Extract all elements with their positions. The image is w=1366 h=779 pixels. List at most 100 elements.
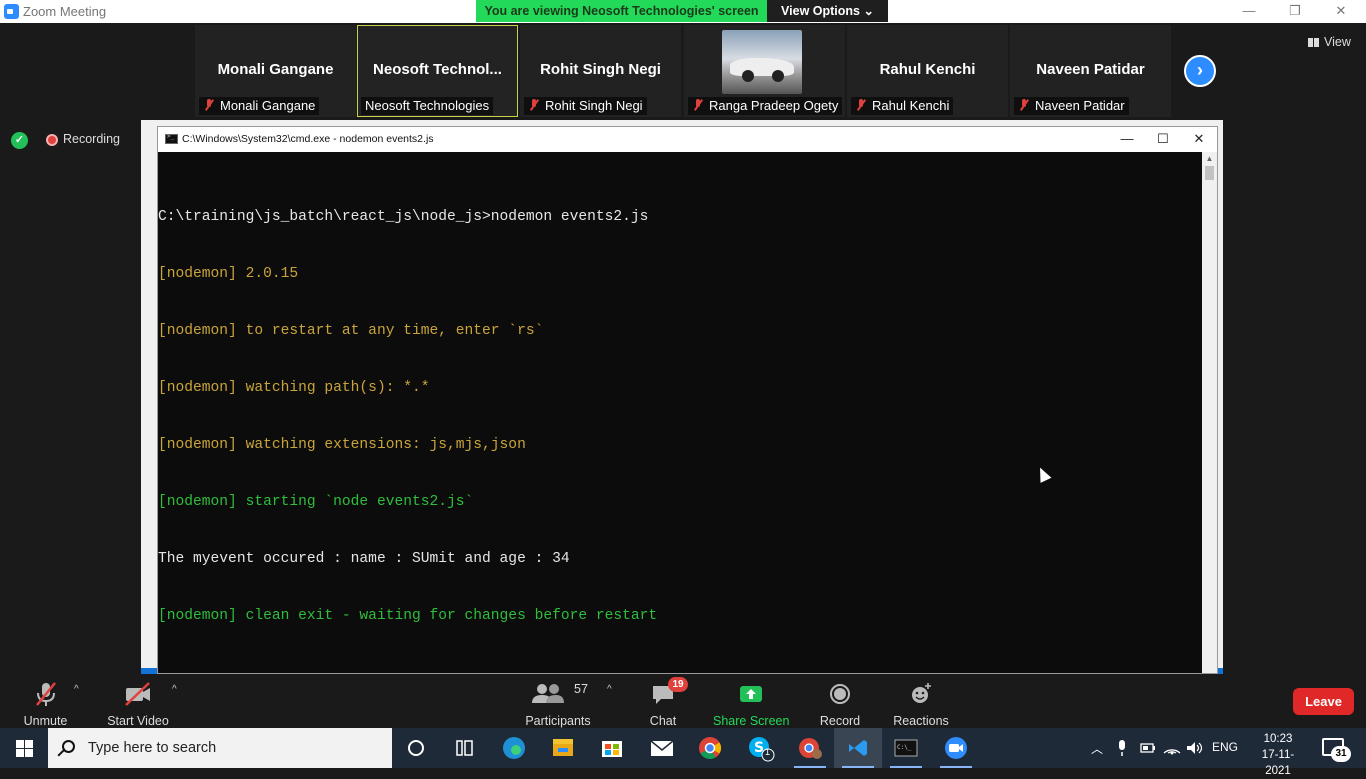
cmd-close-icon[interactable]: ✕	[1181, 130, 1217, 148]
chrome-icon[interactable]	[686, 728, 734, 768]
start-video-button[interactable]: Start Video	[105, 680, 171, 728]
task-view-icon[interactable]	[440, 728, 488, 768]
vscode-icon[interactable]	[834, 728, 882, 768]
minimize-icon[interactable]: —	[1226, 0, 1272, 23]
unmute-label: Unmute	[23, 714, 68, 728]
participant-name-tag: Monali Gangane	[199, 97, 320, 115]
terminal-line: [nodemon] clean exit - waiting for chang…	[158, 608, 658, 624]
windows-start-icon[interactable]	[0, 728, 48, 768]
record-icon	[818, 680, 862, 708]
recording-label[interactable]: Recording	[63, 132, 120, 146]
window-title: Zoom Meeting	[23, 4, 107, 19]
mic-muted-icon	[692, 99, 704, 111]
file-explorer-icon[interactable]	[539, 728, 587, 768]
record-label: Record	[819, 714, 861, 728]
video-options-caret-icon[interactable]: ^	[172, 684, 177, 695]
mic-muted-icon	[855, 99, 867, 111]
close-icon[interactable]: ✕	[1318, 0, 1364, 23]
cmd-maximize-icon[interactable]: ☐	[1145, 130, 1181, 148]
terminal-line: [nodemon] starting `node events2.js`	[158, 494, 474, 510]
participant-tile[interactable]: Rahul Kenchi Rahul Kenchi	[847, 25, 1008, 117]
cmd-minimize-icon[interactable]: —	[1109, 130, 1145, 148]
terminal-output[interactable]: C:\training\js_batch\react_js\node_js>no…	[158, 152, 1202, 679]
wifi-icon[interactable]	[1163, 740, 1181, 759]
terminal-line: The myevent occured : name : SUmit and a…	[158, 551, 570, 567]
cortana-icon[interactable]	[392, 728, 440, 768]
view-button[interactable]: View	[1308, 35, 1351, 49]
vertical-scrollbar[interactable]: ▲	[1202, 152, 1217, 673]
participant-tile[interactable]: Ranga Pradeep Ogety	[684, 25, 845, 117]
svg-text:C:\_: C:\_	[897, 744, 912, 751]
taskbar-clock[interactable]: 10:23 17-11-2021	[1250, 731, 1306, 779]
participants-caret-icon[interactable]: ^	[607, 684, 612, 695]
participants-count: 57	[574, 682, 588, 696]
shield-check-icon[interactable]: ✓	[11, 132, 28, 149]
cmd-window-title: C:\Windows\System32\cmd.exe - nodemon ev…	[182, 133, 434, 145]
volume-icon[interactable]	[1186, 740, 1204, 759]
taskbar-search-box[interactable]: Type here to search	[48, 728, 392, 768]
mic-muted-icon	[528, 99, 540, 111]
participant-tile[interactable]: Naveen Patidar Naveen Patidar	[1010, 25, 1171, 117]
participant-name-tag: Ranga Pradeep Ogety	[688, 97, 843, 115]
skype-icon[interactable]: S1	[736, 728, 784, 768]
search-icon	[62, 740, 75, 753]
scroll-thumb[interactable]	[1205, 166, 1214, 180]
restore-icon[interactable]: ❐	[1272, 0, 1318, 23]
participant-small-name: Ranga Pradeep Ogety	[709, 98, 839, 113]
share-screen-icon	[713, 680, 789, 708]
battery-icon[interactable]	[1140, 740, 1156, 759]
view-options-button[interactable]: View Options ⌄	[767, 0, 888, 22]
recording-dot-icon	[46, 134, 58, 146]
participant-name-tag: Rohit Singh Negi	[524, 97, 647, 115]
chevron-down-icon: ⌄	[863, 4, 874, 18]
zoom-app-icon	[4, 4, 19, 19]
microsoft-store-icon[interactable]	[588, 728, 636, 768]
zoom-taskbar-icon[interactable]	[932, 728, 980, 768]
record-button[interactable]: Record	[818, 680, 862, 728]
participant-tile-active[interactable]: Neosoft Technol... Neosoft Technologies	[357, 25, 518, 117]
participant-small-name: Neosoft Technologies	[365, 98, 490, 113]
start-video-label: Start Video	[107, 714, 169, 728]
mic-muted-icon	[18, 680, 73, 708]
language-indicator[interactable]: ENG	[1212, 740, 1238, 754]
participant-name-tag: Naveen Patidar	[1014, 97, 1129, 115]
chevron-right-icon[interactable]: ›	[1184, 55, 1216, 87]
share-banner: You are viewing Neosoft Technologies' sc…	[476, 0, 767, 22]
skype-badge: 1	[765, 747, 771, 757]
cmd-icon	[165, 133, 178, 144]
participants-label: Participants	[525, 714, 591, 728]
command-prompt-icon[interactable]: C:\_	[882, 728, 930, 768]
participant-big-name: Neosoft Technol...	[373, 61, 502, 78]
terminal-line: [nodemon] watching extensions: js,mjs,js…	[158, 437, 526, 453]
participant-tile[interactable]: Monali Gangane Monali Gangane	[195, 25, 356, 117]
edge-browser-icon[interactable]	[490, 728, 538, 768]
search-placeholder: Type here to search	[88, 740, 217, 756]
microphone-icon[interactable]	[1115, 740, 1129, 759]
scroll-up-icon[interactable]: ▲	[1202, 152, 1217, 166]
terminal-line: [nodemon] to restart at any time, enter …	[158, 323, 544, 339]
notification-count-badge: 31	[1331, 746, 1351, 762]
windows-taskbar: Type here to search S1 C:\_ ︿ ENG 10:23 …	[0, 728, 1366, 777]
view-label: View	[1324, 35, 1351, 49]
share-screen-button[interactable]: Share Screen	[713, 680, 789, 728]
unmute-button[interactable]: Unmute	[18, 680, 73, 728]
mic-muted-icon	[1018, 99, 1030, 111]
leave-button[interactable]: Leave	[1293, 688, 1354, 715]
reactions-button[interactable]: Reactions	[893, 680, 949, 728]
smiley-plus-icon	[893, 680, 949, 708]
participant-tile[interactable]: Rohit Singh Negi Rohit Singh Negi	[520, 25, 681, 117]
terminal-line: C:\training\js_batch\react_js\node_js>no…	[158, 209, 649, 225]
clock-date: 17-11-2021	[1261, 749, 1295, 777]
participant-big-name: Rahul Kenchi	[879, 61, 976, 78]
terminal-line: [nodemon] watching path(s): *.*	[158, 380, 430, 396]
participant-big-name: Rohit Singh Negi	[540, 61, 661, 78]
video-off-icon	[105, 680, 171, 708]
chrome-profile-icon[interactable]	[786, 728, 834, 768]
audio-options-caret-icon[interactable]: ^	[74, 684, 79, 695]
participant-avatar-car	[722, 30, 802, 94]
mail-icon[interactable]	[638, 728, 686, 768]
grid-view-icon	[1308, 38, 1319, 47]
zoom-titlebar: Zoom Meeting You are viewing Neosoft Tec…	[0, 0, 1366, 23]
chevron-up-icon[interactable]: ︿	[1091, 740, 1103, 757]
view-options-label: View Options	[781, 4, 860, 18]
